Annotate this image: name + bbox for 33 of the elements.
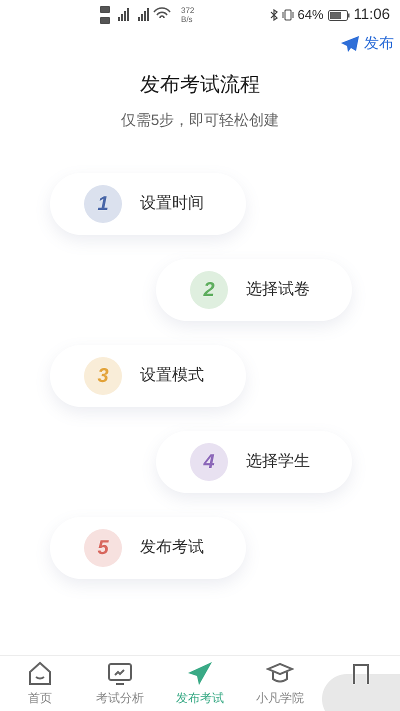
paper-plane-icon xyxy=(340,35,360,53)
battery-percent: 64% xyxy=(298,6,324,24)
step-label: 发布考试 xyxy=(140,538,204,558)
step-card[interactable]: 3 设置模式 xyxy=(50,344,246,406)
step-label: 选择试卷 xyxy=(246,280,310,300)
step-label: 设置时间 xyxy=(140,194,204,214)
floating-button[interactable] xyxy=(322,674,400,711)
home-icon xyxy=(26,660,54,688)
network-speed: 372 xyxy=(181,6,194,15)
chart-icon xyxy=(106,660,134,688)
step-label: 设置模式 xyxy=(140,366,204,386)
bluetooth-icon xyxy=(270,9,278,21)
tab-item[interactable]: 小凡学院 xyxy=(240,660,320,707)
clock-time: 11:06 xyxy=(354,4,390,25)
step-number: 4 xyxy=(190,442,228,480)
network-unit: B/s xyxy=(181,15,194,24)
step-card[interactable]: 4 选择学生 xyxy=(156,430,352,492)
step-card[interactable]: 5 发布考试 xyxy=(50,516,246,578)
vibrate-icon xyxy=(282,9,294,21)
step-card[interactable]: 2 选择试卷 xyxy=(156,258,352,320)
step-number: 2 xyxy=(190,270,228,308)
page-icon xyxy=(353,664,369,684)
page-title: 发布考试流程 xyxy=(140,73,260,98)
step-label: 选择学生 xyxy=(246,452,310,472)
tab-item[interactable]: 考试分析 xyxy=(80,660,160,707)
battery-icon xyxy=(328,10,350,20)
tab-item[interactable]: 首页 xyxy=(0,660,80,707)
step-number: 5 xyxy=(84,528,122,566)
step-number: 3 xyxy=(84,356,122,394)
publish-button[interactable]: 发布 xyxy=(340,32,394,56)
page-subtitle: 仅需5步，即可轻松创建 xyxy=(120,111,280,131)
step-number: 1 xyxy=(84,184,122,222)
step-card[interactable]: 1 设置时间 xyxy=(50,172,246,234)
